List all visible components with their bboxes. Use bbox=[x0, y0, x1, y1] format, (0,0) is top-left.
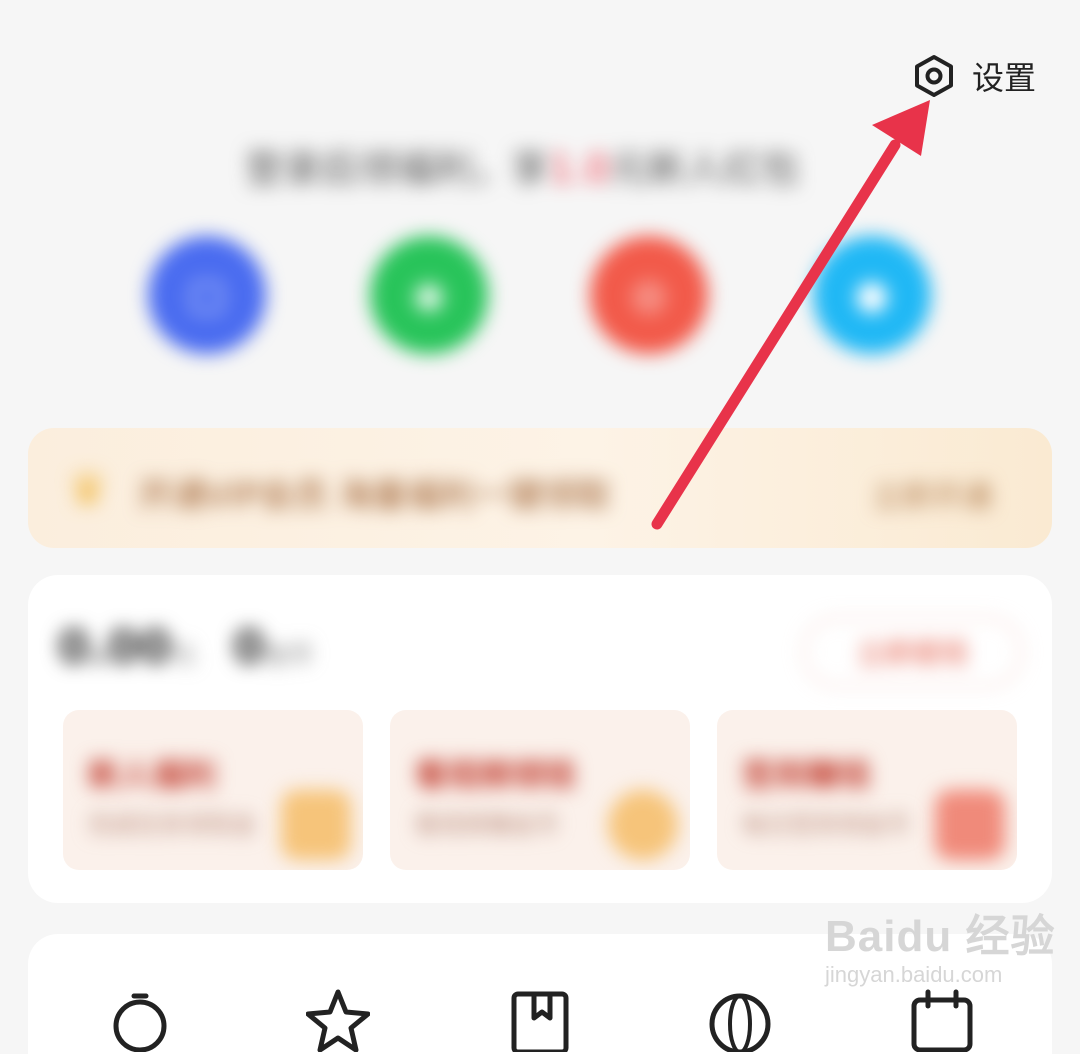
annotation-arrow bbox=[651, 100, 930, 530]
